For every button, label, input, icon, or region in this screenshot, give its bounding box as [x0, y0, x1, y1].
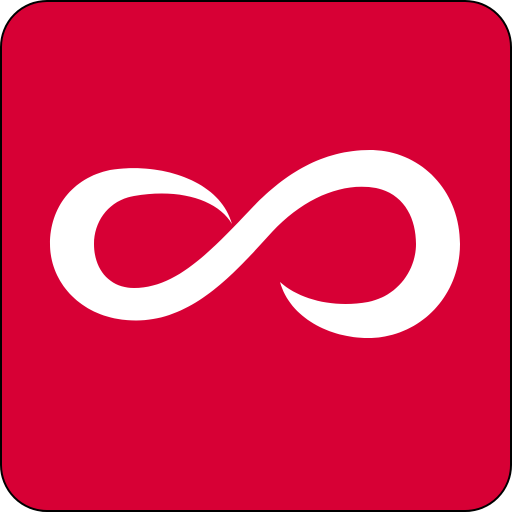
- app-icon-graphic: [0, 0, 512, 512]
- app-icon[interactable]: [0, 0, 512, 512]
